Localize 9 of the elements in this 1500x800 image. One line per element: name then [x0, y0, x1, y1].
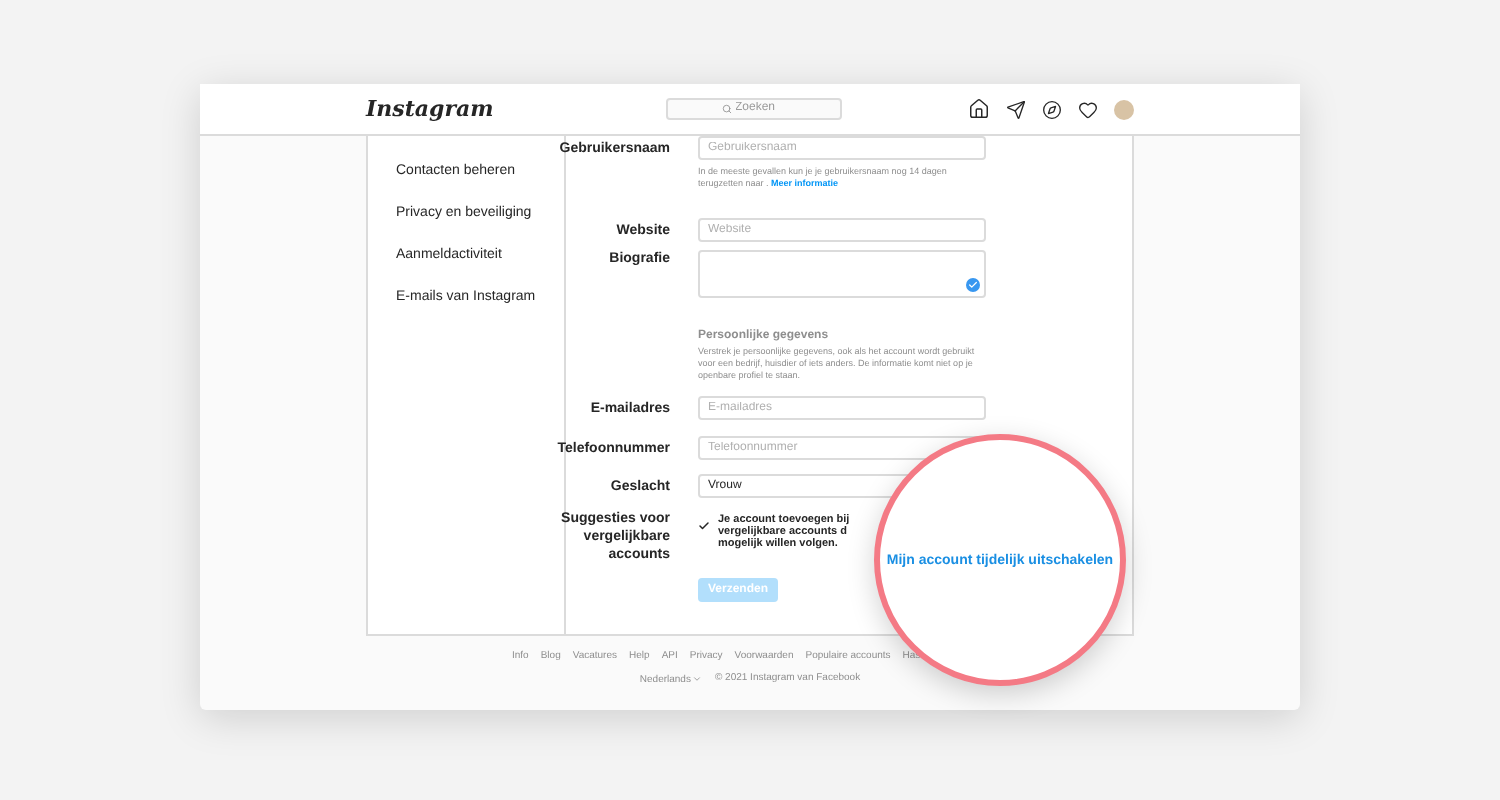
compass-icon[interactable] [1042, 99, 1062, 119]
check-badge-icon [966, 278, 980, 292]
paper-plane-icon[interactable] [1006, 99, 1026, 119]
home-icon[interactable] [968, 98, 990, 120]
chevron-down-icon [692, 674, 703, 684]
instagram-logo[interactable]: Instagram [366, 100, 626, 118]
checkbox[interactable] [698, 520, 710, 532]
search-icon [721, 104, 731, 114]
heart-icon[interactable] [1078, 99, 1098, 119]
